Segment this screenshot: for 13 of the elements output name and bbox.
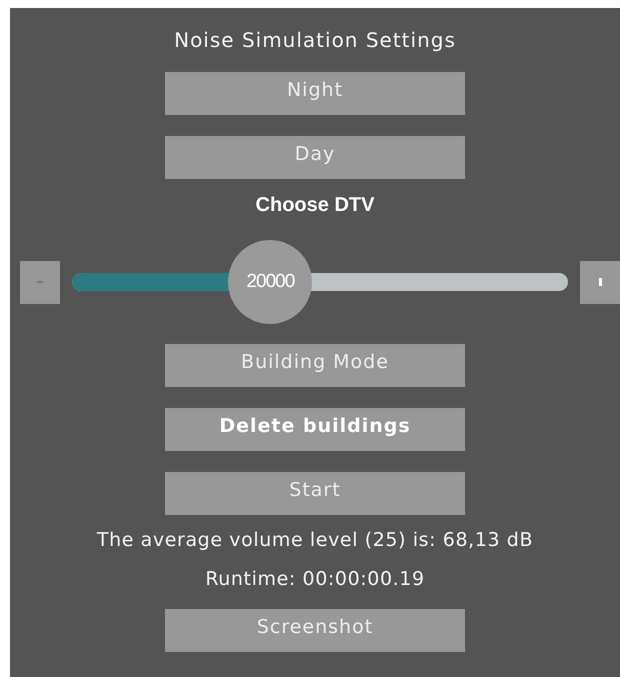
slider-value: 20000 <box>246 271 294 293</box>
mode-button[interactable]: Day <box>165 136 465 179</box>
action-button[interactable]: Delete buildings <box>165 408 465 451</box>
screenshot-button[interactable]: Screenshot <box>165 609 465 652</box>
plus-icon <box>598 278 602 286</box>
runtime-text: Runtime: 00:00:00.19 <box>205 568 425 590</box>
panel-title: Noise Simulation Settings <box>174 28 456 52</box>
action-button[interactable]: Start <box>165 472 465 515</box>
slider-label: Choose DTV <box>256 193 374 217</box>
action-button[interactable]: Building Mode <box>165 344 465 387</box>
average-volume-text: The average volume level (25) is: 68,13 dB <box>96 529 534 551</box>
minus-icon <box>37 281 43 283</box>
mode-button[interactable]: Night <box>165 72 465 115</box>
